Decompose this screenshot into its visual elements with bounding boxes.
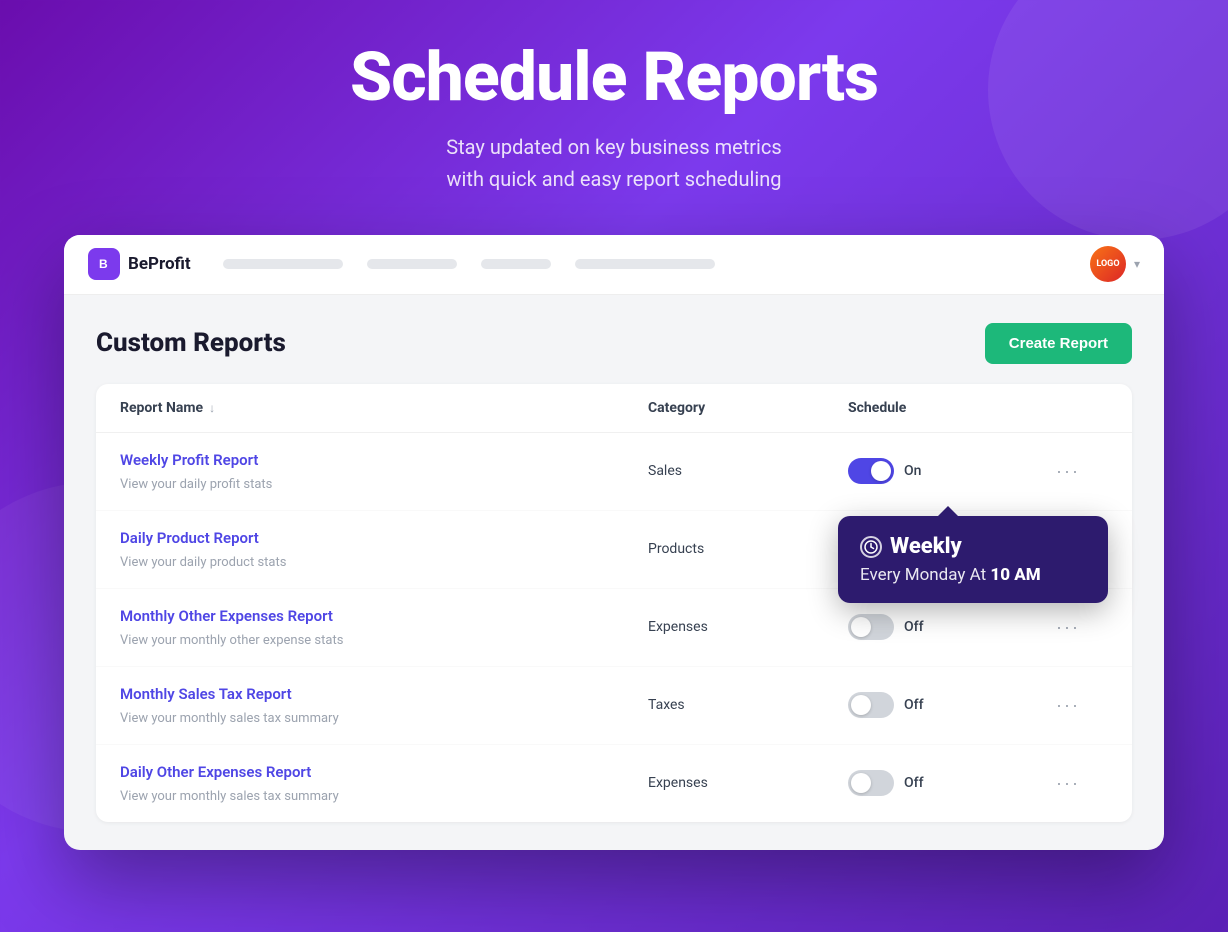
sort-icon: ↓ [209, 401, 215, 415]
report-desc: View your monthly sales tax summary [120, 789, 339, 804]
schedule-cell: On Weekly [848, 458, 1048, 484]
create-report-button[interactable]: Create Report [985, 323, 1132, 364]
report-name-link[interactable]: Monthly Other Expenses Report [120, 607, 648, 625]
report-desc: View your monthly sales tax summary [120, 711, 339, 726]
more-options-button[interactable]: ··· [1048, 613, 1088, 642]
report-name-cell: Daily Other Expenses Report View your mo… [120, 763, 648, 804]
report-name-cell: Daily Product Report View your daily pro… [120, 529, 648, 570]
report-name-link[interactable]: Daily Product Report [120, 529, 648, 547]
col-header-category: Category [648, 400, 848, 416]
nav-bar: B BeProfit LOGO ▾ [64, 235, 1164, 295]
toggle-label-off: Off [904, 697, 924, 713]
report-desc: View your daily product stats [120, 555, 286, 570]
svg-text:B: B [99, 257, 108, 271]
logo-area[interactable]: B BeProfit [88, 248, 191, 280]
category-cell: Sales [648, 463, 848, 479]
toggle-track [848, 458, 894, 484]
schedule-toggle[interactable] [848, 770, 894, 796]
category-cell: Expenses [648, 775, 848, 791]
hero-title: Schedule Reports [350, 40, 878, 115]
main-content: Custom Reports Create Report Report Name… [64, 295, 1164, 850]
page-title: Custom Reports [96, 328, 286, 358]
col-header-schedule: Schedule [848, 400, 1048, 416]
hero-subtitle: Stay updated on key business metrics wit… [446, 131, 781, 195]
table-row: Monthly Sales Tax Report View your month… [96, 667, 1132, 745]
toggle-thumb [871, 461, 891, 481]
actions-cell: ··· [1048, 691, 1108, 720]
nav-item-3[interactable] [481, 259, 551, 269]
logo-icon: B [88, 248, 120, 280]
toggle-thumb [851, 773, 871, 793]
nav-right: LOGO ▾ [1090, 246, 1140, 282]
nav-item-2[interactable] [367, 259, 457, 269]
toggle-label-on: On [904, 463, 921, 479]
nav-item-4[interactable] [575, 259, 715, 269]
tooltip-schedule-text: Every Monday At 10 AM [860, 565, 1086, 585]
col-header-actions [1048, 400, 1108, 416]
schedule-cell: Off [848, 614, 1048, 640]
tooltip-frequency: Weekly [890, 534, 962, 559]
schedule-toggle[interactable] [848, 614, 894, 640]
report-desc: View your monthly other expense stats [120, 633, 343, 648]
schedule-toggle[interactable] [848, 692, 894, 718]
more-options-button[interactable]: ··· [1048, 769, 1088, 798]
report-name-cell: Weekly Profit Report View your daily pro… [120, 451, 648, 492]
report-name-link[interactable]: Daily Other Expenses Report [120, 763, 648, 781]
reports-table: Report Name ↓ Category Schedule Weekly P… [96, 384, 1132, 822]
schedule-cell: Off [848, 692, 1048, 718]
actions-cell: ··· [1048, 769, 1108, 798]
nav-item-1[interactable] [223, 259, 343, 269]
table-header: Report Name ↓ Category Schedule [96, 384, 1132, 433]
toggle-label-off: Off [904, 619, 924, 635]
avatar[interactable]: LOGO [1090, 246, 1126, 282]
tooltip-title-row: Weekly [860, 534, 1086, 559]
toggle-thumb [851, 695, 871, 715]
nav-items [223, 259, 1090, 269]
toggle-track [848, 614, 894, 640]
logo-text: BeProfit [128, 254, 191, 274]
schedule-tooltip: Weekly Every Monday At 10 AM [838, 516, 1108, 603]
category-cell: Products [648, 541, 848, 557]
toggle-track [848, 770, 894, 796]
report-name-cell: Monthly Sales Tax Report View your month… [120, 685, 648, 726]
category-cell: Expenses [648, 619, 848, 635]
toggle-thumb [851, 617, 871, 637]
schedule-toggle[interactable] [848, 458, 894, 484]
clock-icon [860, 536, 882, 558]
app-window: B BeProfit LOGO ▾ Custom Reports Create … [64, 235, 1164, 850]
category-cell: Taxes [648, 697, 848, 713]
actions-cell: ··· [1048, 613, 1108, 642]
report-name-cell: Monthly Other Expenses Report View your … [120, 607, 648, 648]
chevron-down-icon[interactable]: ▾ [1134, 257, 1140, 271]
report-name-link[interactable]: Weekly Profit Report [120, 451, 648, 469]
page-header: Custom Reports Create Report [96, 323, 1132, 364]
report-name-link[interactable]: Monthly Sales Tax Report [120, 685, 648, 703]
schedule-cell: Off [848, 770, 1048, 796]
table-row: Weekly Profit Report View your daily pro… [96, 433, 1132, 511]
toggle-label-off: Off [904, 775, 924, 791]
more-options-button[interactable]: ··· [1048, 457, 1088, 486]
actions-cell: ··· [1048, 457, 1108, 486]
table-row: Daily Other Expenses Report View your mo… [96, 745, 1132, 822]
col-header-report-name[interactable]: Report Name ↓ [120, 400, 648, 416]
tooltip-time: 10 AM [990, 565, 1040, 585]
report-desc: View your daily profit stats [120, 477, 272, 492]
toggle-track [848, 692, 894, 718]
more-options-button[interactable]: ··· [1048, 691, 1088, 720]
